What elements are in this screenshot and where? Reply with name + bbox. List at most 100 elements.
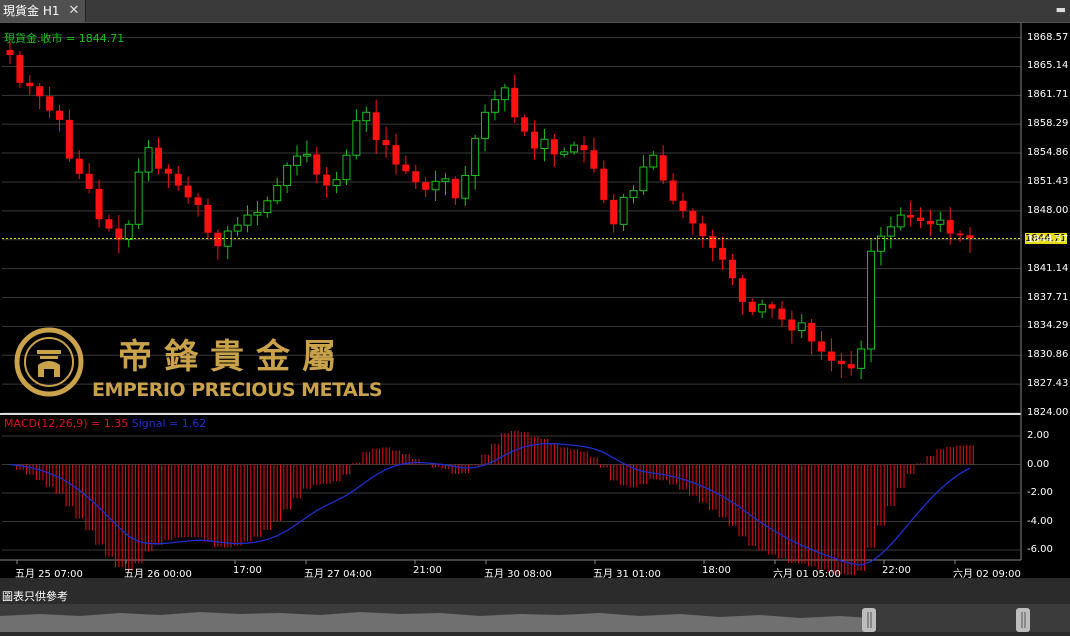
price-tick-label: 1858.29 [1027, 118, 1069, 130]
candle-body [36, 86, 44, 97]
candle-body [233, 224, 242, 232]
candle-body [550, 139, 558, 155]
candle-body [55, 110, 63, 120]
candle-body [481, 111, 490, 139]
candle-body [313, 154, 321, 175]
candle-body [332, 179, 341, 187]
candle-body [639, 166, 648, 192]
candle-body [837, 360, 845, 365]
macd-tick-label: -2.00 [1027, 487, 1053, 498]
logo-chinese-text: 帝鋒貴金屬 [118, 337, 348, 377]
chart-canvas[interactable] [0, 23, 1070, 578]
disclaimer-text: 圖表只供參考 [2, 590, 68, 603]
candle-body [293, 155, 302, 166]
candle-body [907, 215, 915, 218]
candle-body [134, 171, 143, 225]
tab-menu-icon[interactable]: ▬ [1056, 3, 1066, 16]
time-tick-label: 17:00 [233, 565, 262, 576]
time-tick-label: 18:00 [702, 565, 731, 576]
macd-tick-label: 0.00 [1027, 458, 1050, 470]
signal-label: Signal = 1.62 [131, 417, 207, 430]
candle-body [441, 178, 450, 182]
price-tick-label: 1854.86 [1027, 147, 1069, 159]
candle-body [679, 200, 687, 211]
close-icon[interactable]: ✕ [66, 0, 82, 22]
macd-tick-label: -6.00 [1027, 544, 1053, 555]
price-label: 現貨金.收市 = 1844.71 [4, 32, 125, 45]
price-tick-label: 1827.43 [1027, 378, 1069, 390]
candle-body [778, 308, 786, 320]
candle-body [372, 112, 380, 141]
candle-body [422, 182, 430, 190]
candle-body [342, 154, 351, 181]
candle-body [748, 301, 756, 312]
candle-body [382, 140, 390, 146]
macd-label-group: MACD(12,26,9) = 1.35 Signal = 1.62 [4, 417, 206, 430]
candle-body [560, 151, 569, 155]
candle-body [402, 164, 410, 172]
navigator-left-handle[interactable] [862, 608, 876, 632]
candle-body [85, 173, 93, 189]
candle-body [619, 196, 628, 225]
candle-body [709, 236, 717, 248]
candle-body [253, 212, 262, 216]
candle-body [689, 210, 697, 224]
candle-body [728, 259, 736, 279]
candle-body [590, 150, 598, 169]
candle-body [847, 364, 855, 369]
signal-line [9, 442, 971, 566]
candle-body [531, 131, 539, 149]
candle-body [490, 99, 499, 113]
candle-body [956, 233, 964, 236]
candle-body [105, 219, 113, 229]
candle-body [540, 138, 549, 150]
candle-body [214, 232, 222, 247]
candle-body [16, 55, 24, 83]
candle-body [580, 145, 588, 151]
candle-body [115, 228, 123, 240]
candle-body [352, 120, 361, 156]
chart-tab-title: 現貨金 H1 [3, 4, 60, 18]
candle-body [758, 303, 767, 313]
candle-body [827, 351, 835, 361]
logo-emblem-icon [14, 327, 84, 397]
candle-body [521, 117, 529, 132]
candle-body [511, 87, 519, 118]
candle-body [570, 144, 579, 153]
candle-body [95, 188, 103, 220]
price-tick-label: 1865.14 [1027, 60, 1069, 72]
candle-body [184, 185, 192, 198]
candle-body [808, 322, 816, 342]
navigator-canvas[interactable] [0, 604, 1070, 632]
chart-area[interactable]: 現貨金.收市 = 1844.71 MACD(12,26,9) = 1.35 Si… [0, 23, 1070, 580]
price-tick-label: 1844.57 [1027, 233, 1069, 245]
navigator-right-handle[interactable] [1016, 608, 1030, 632]
company-logo: 帝鋒貴金屬 EMPERIO PRECIOUS METALS [14, 325, 394, 405]
time-tick-label: 22:00 [882, 565, 911, 576]
candle-body [144, 147, 153, 173]
candle-body [46, 96, 54, 111]
price-tick-label: 1837.71 [1027, 291, 1069, 303]
candle-body [323, 174, 331, 186]
chart-navigator[interactable] [0, 604, 1070, 632]
candle-body [926, 220, 934, 225]
chart-tab[interactable]: 現貨金 H1 ✕ [0, 0, 86, 22]
price-tick-label: 1868.57 [1027, 31, 1069, 43]
candle-body [738, 278, 746, 302]
macd-tick-label: 2.00 [1027, 430, 1050, 441]
candle-body [857, 348, 866, 369]
candle-body [273, 185, 282, 202]
candle-body [946, 220, 954, 234]
candle-body [362, 111, 371, 122]
candle-body [204, 204, 212, 233]
candle-body [164, 168, 172, 174]
price-tick-label: 1824.00 [1027, 407, 1069, 418]
candle-body [896, 214, 905, 228]
candle-body [659, 155, 667, 181]
price-tick-label: 1834.29 [1027, 320, 1069, 332]
candle-body [669, 180, 677, 201]
footer: 圖表只供參考 [0, 578, 1070, 634]
candle-body [936, 219, 945, 225]
candle-body [26, 82, 34, 87]
candle-body [768, 304, 776, 309]
